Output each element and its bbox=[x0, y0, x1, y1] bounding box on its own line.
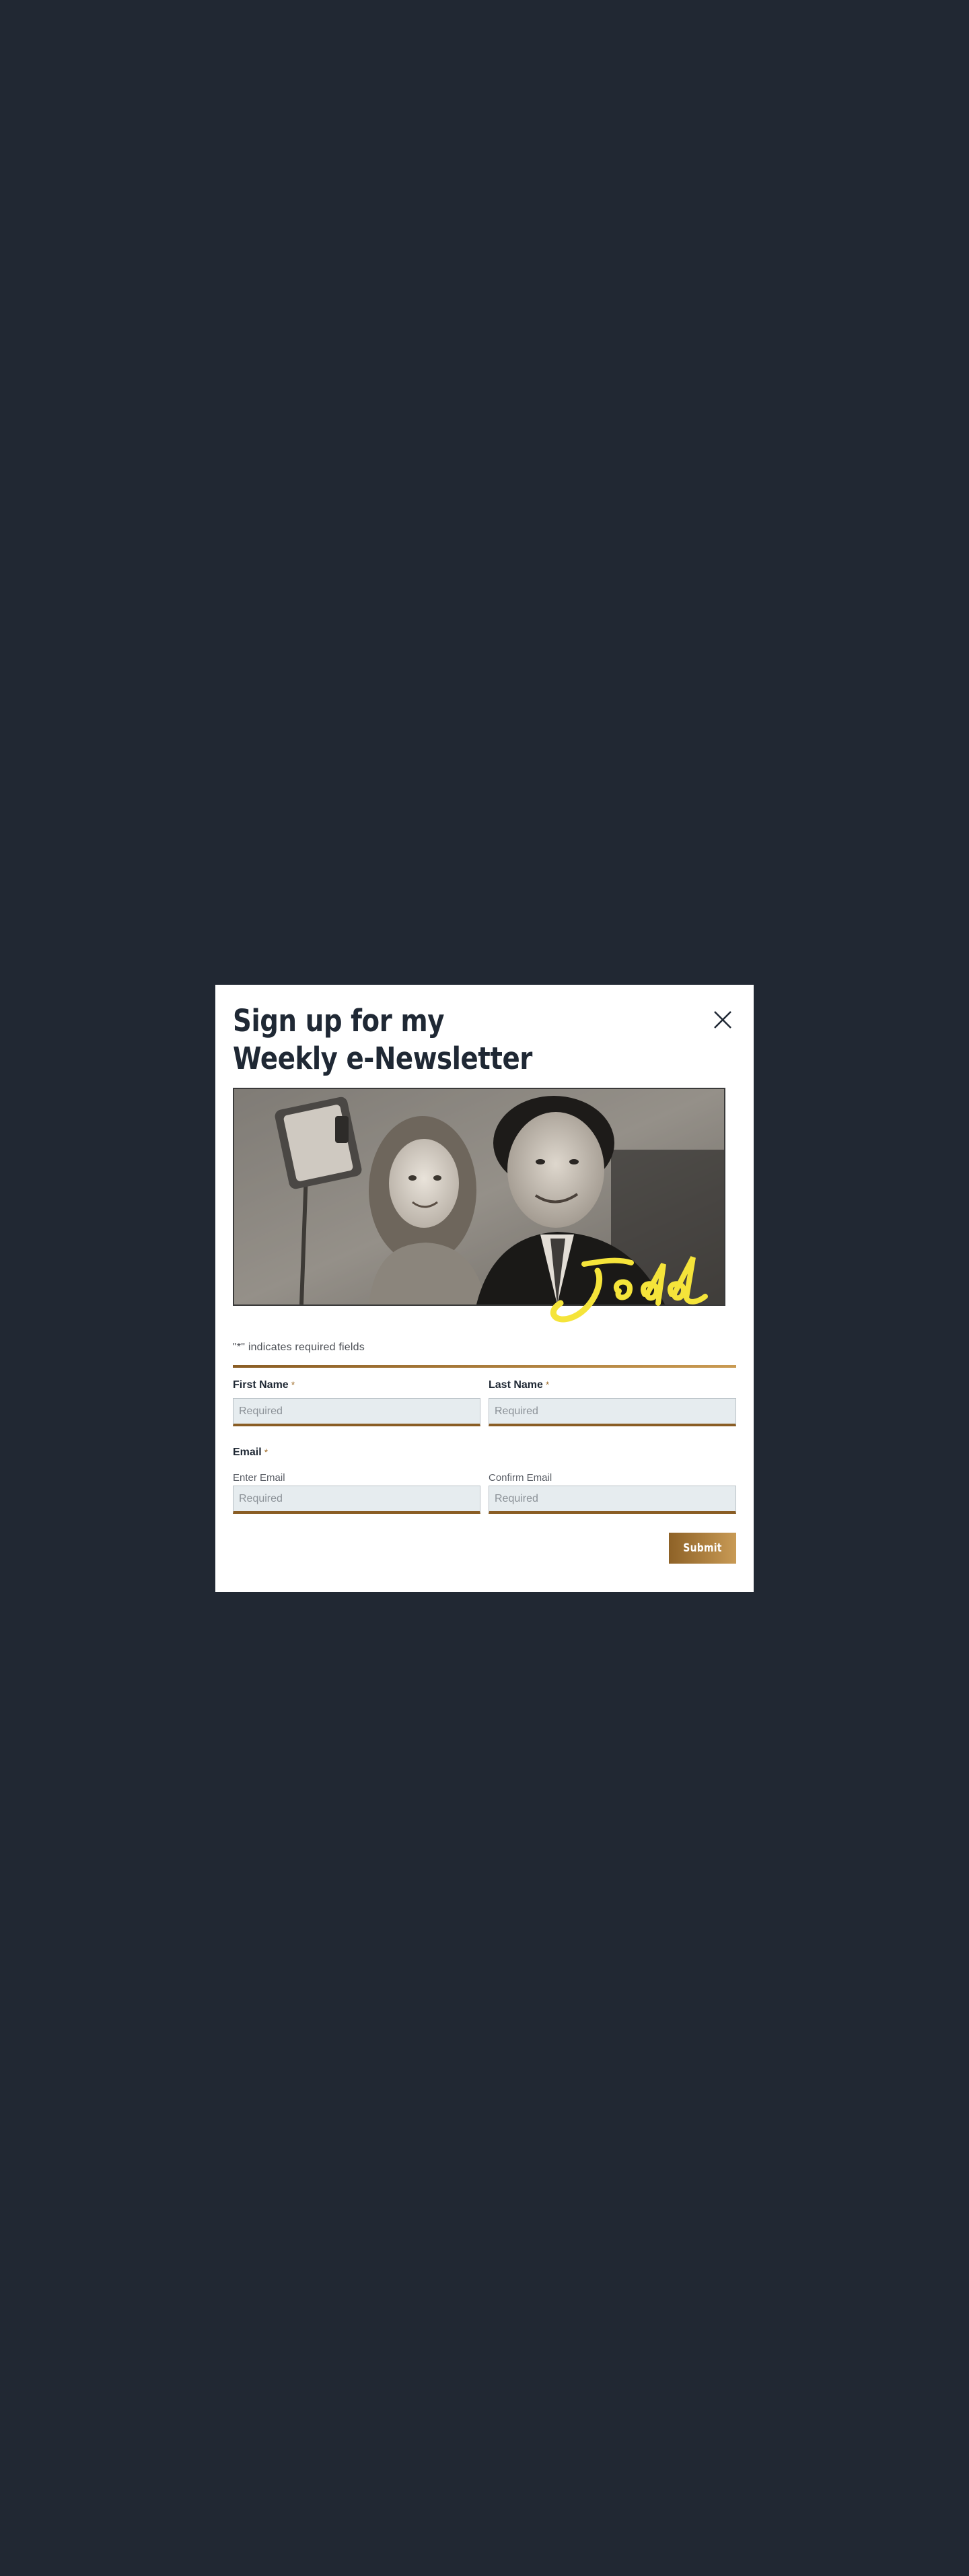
required-fields-note: "*" indicates required fields bbox=[233, 1342, 365, 1353]
close-icon bbox=[714, 1011, 731, 1029]
close-button[interactable] bbox=[709, 1006, 736, 1033]
submit-button-label: Submit bbox=[683, 1541, 722, 1555]
confirm-email-input[interactable] bbox=[489, 1486, 736, 1514]
email-label-text: Email bbox=[233, 1447, 262, 1458]
email-input[interactable] bbox=[233, 1486, 480, 1514]
modal-title-line-1: Sign up for my bbox=[233, 1003, 445, 1039]
first-name-label: First Name * bbox=[233, 1379, 295, 1391]
required-marker: * bbox=[264, 1447, 268, 1457]
modal-title-line-2: Weekly e-Newsletter bbox=[233, 1041, 532, 1076]
signature-icon bbox=[550, 1256, 708, 1323]
first-name-input[interactable] bbox=[233, 1398, 480, 1426]
submit-button[interactable]: Submit bbox=[669, 1533, 736, 1564]
form-divider bbox=[233, 1365, 736, 1368]
newsletter-modal: Sign up for my Weekly e-Newsletter "*" i… bbox=[215, 985, 754, 1592]
last-name-label: Last Name * bbox=[489, 1379, 549, 1391]
enter-email-label: Enter Email bbox=[233, 1472, 285, 1484]
hero-image bbox=[233, 1088, 725, 1323]
first-name-label-text: First Name bbox=[233, 1379, 289, 1391]
email-label: Email * bbox=[233, 1447, 268, 1459]
last-name-input[interactable] bbox=[489, 1398, 736, 1426]
modal-title: Sign up for my Weekly e-Newsletter bbox=[233, 1002, 532, 1078]
confirm-email-label: Confirm Email bbox=[489, 1472, 552, 1484]
last-name-label-text: Last Name bbox=[489, 1379, 543, 1391]
required-marker: * bbox=[545, 1379, 550, 1390]
required-marker: * bbox=[291, 1379, 295, 1390]
